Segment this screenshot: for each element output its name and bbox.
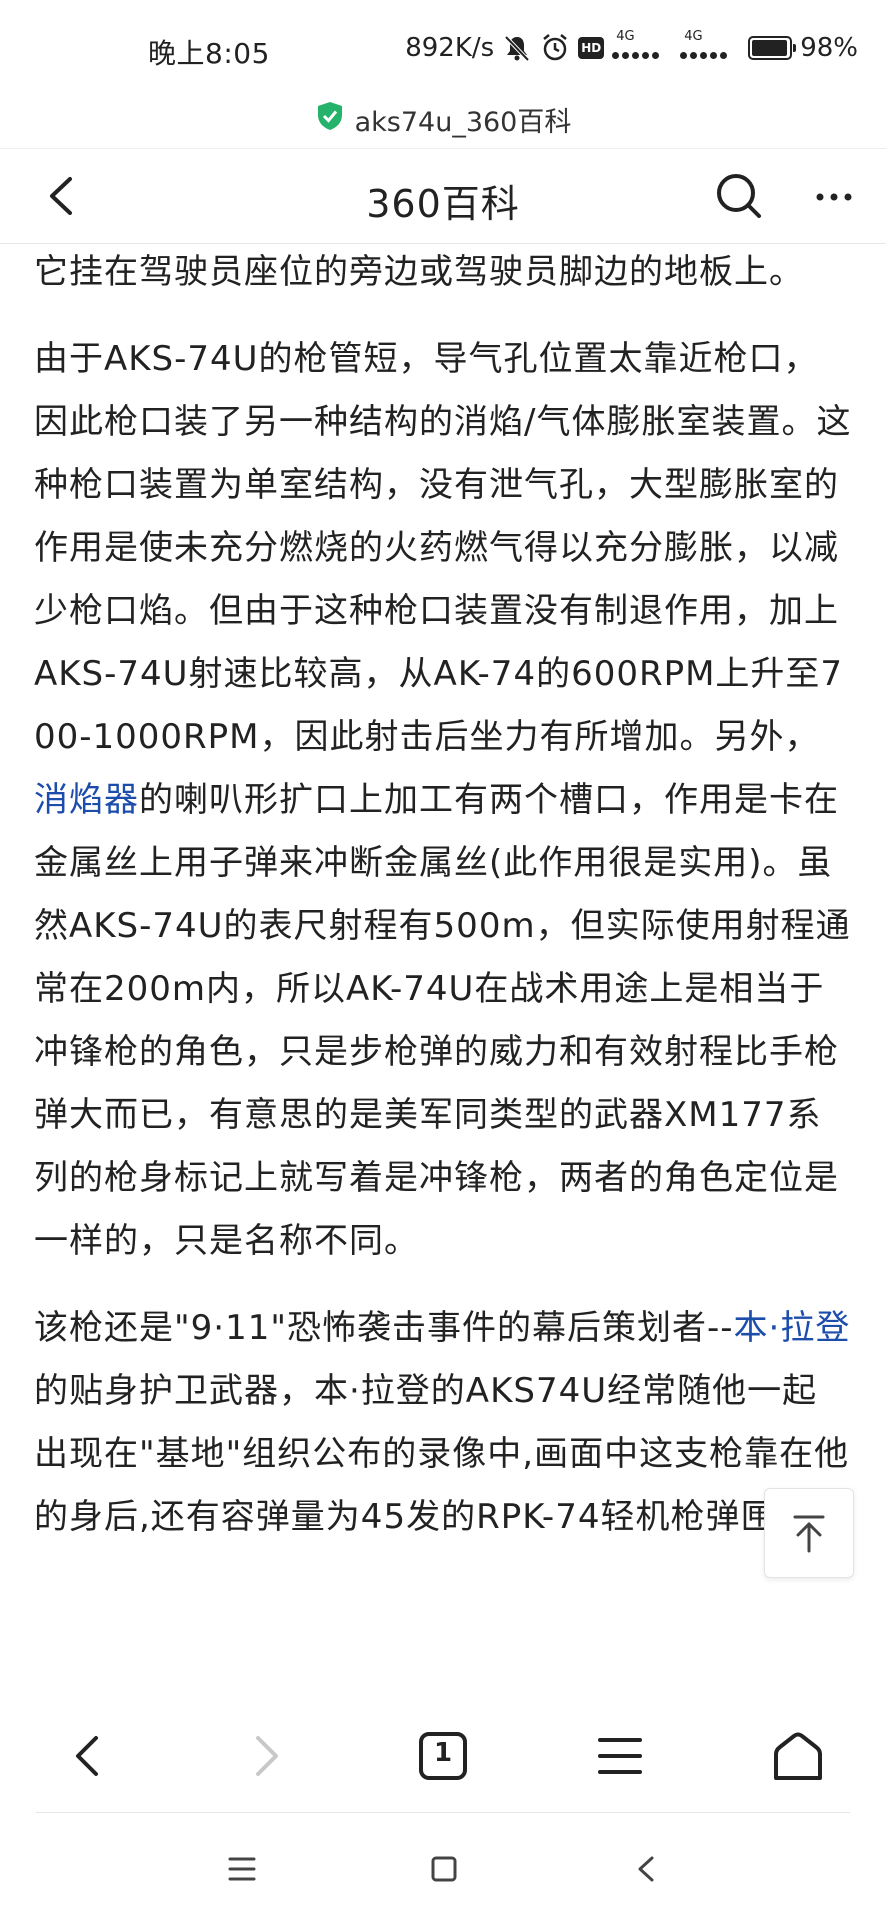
tabs-button[interactable]: 1 xyxy=(415,1728,471,1784)
signal-label-sim1: 4G xyxy=(616,29,635,44)
more-button[interactable] xyxy=(812,175,856,219)
article-paragraph-3: 该枪还是"9·11"恐怖袭击事件的幕后策划者--本·拉登的贴身护卫武器，本·拉登… xyxy=(34,1297,852,1549)
menu-button[interactable] xyxy=(592,1728,648,1784)
url-text: aks74u_360百科 xyxy=(354,106,572,138)
browser-back-button[interactable] xyxy=(60,1728,116,1784)
hamburger-menu-icon xyxy=(598,1738,642,1774)
article-paragraph-2: 由于AKS-74U的枪管短，导气孔位置太靠近枪口，因此枪口装了另一种结构的消焰/… xyxy=(34,328,852,1273)
paragraph-text: 的喇叭形扩口上加工有两个槽口，作用是卡在金属丝上用子弹来冲断金属丝(此作用很是实… xyxy=(34,780,851,1261)
hd-voice-icon: HD xyxy=(578,37,605,59)
search-icon xyxy=(717,174,761,218)
system-menu-button[interactable] xyxy=(222,1849,262,1889)
chevron-left-icon xyxy=(76,1736,98,1776)
search-button[interactable] xyxy=(712,169,766,223)
shield-check-icon xyxy=(315,100,345,139)
paragraph-text: 的贴身护卫武器，本·拉登的AKS74U经常随他一起出现在"基地"组织公布的录像中… xyxy=(34,1371,850,1537)
system-home-button[interactable] xyxy=(424,1849,464,1889)
mute-icon xyxy=(502,33,532,63)
alarm-icon xyxy=(540,33,570,63)
article-content: 于人们在装甲车内使用，由于其短小，乘员们常常把它挂在驾驶员座位的旁边或驾驶员脚边… xyxy=(0,244,886,1696)
paragraph-text: 该枪还是"9·11"恐怖袭击事件的幕后策划者-- xyxy=(34,1308,734,1348)
status-bar: 晚上8:05 892K/s HD 4G 4G 98% xyxy=(0,0,886,90)
more-horizontal-icon xyxy=(816,193,852,201)
link-flash-hider[interactable]: 消焰器 xyxy=(34,780,139,820)
signal-label-sim2: 4G xyxy=(684,29,703,44)
signal-icon-sim1: 4G xyxy=(612,29,672,63)
article-paragraph-1: 于人们在装甲车内使用，由于其短小，乘员们常常把它挂在驾驶员座位的旁边或驾驶员脚边… xyxy=(34,252,804,292)
browser-toolbar: 1 xyxy=(0,1696,886,1812)
arrow-up-to-top-icon xyxy=(793,1515,825,1553)
status-time: 晚上8:05 xyxy=(148,37,270,70)
signal-icon-sim2: 4G xyxy=(680,29,740,63)
url-bar[interactable]: aks74u_360百科 xyxy=(0,90,886,148)
tab-count: 1 xyxy=(433,1738,453,1768)
battery-percent: 98% xyxy=(800,33,858,63)
triangle-back-icon xyxy=(638,1856,654,1882)
paragraph-text: 由于AKS-74U的枪管短，导气孔位置太靠近枪口，因此枪口装了另一种结构的消焰/… xyxy=(34,339,852,757)
back-to-top-button[interactable] xyxy=(764,1488,854,1578)
link-bin-laden[interactable]: 本·拉登 xyxy=(734,1308,851,1348)
system-back-button[interactable] xyxy=(626,1849,666,1889)
home-button[interactable] xyxy=(770,1728,826,1784)
menu-lines-icon xyxy=(228,1857,256,1881)
system-navigation-bar xyxy=(0,1813,886,1920)
battery-icon xyxy=(748,36,797,60)
network-speed: 892K/s xyxy=(405,33,495,63)
square-home-icon xyxy=(431,1856,457,1882)
home-icon xyxy=(774,1732,822,1780)
status-indicators: 892K/s HD 4G 4G 98% xyxy=(405,29,858,66)
chevron-right-icon xyxy=(256,1736,278,1776)
page-header: 360百科 xyxy=(0,148,886,244)
browser-forward-button[interactable] xyxy=(238,1728,294,1784)
